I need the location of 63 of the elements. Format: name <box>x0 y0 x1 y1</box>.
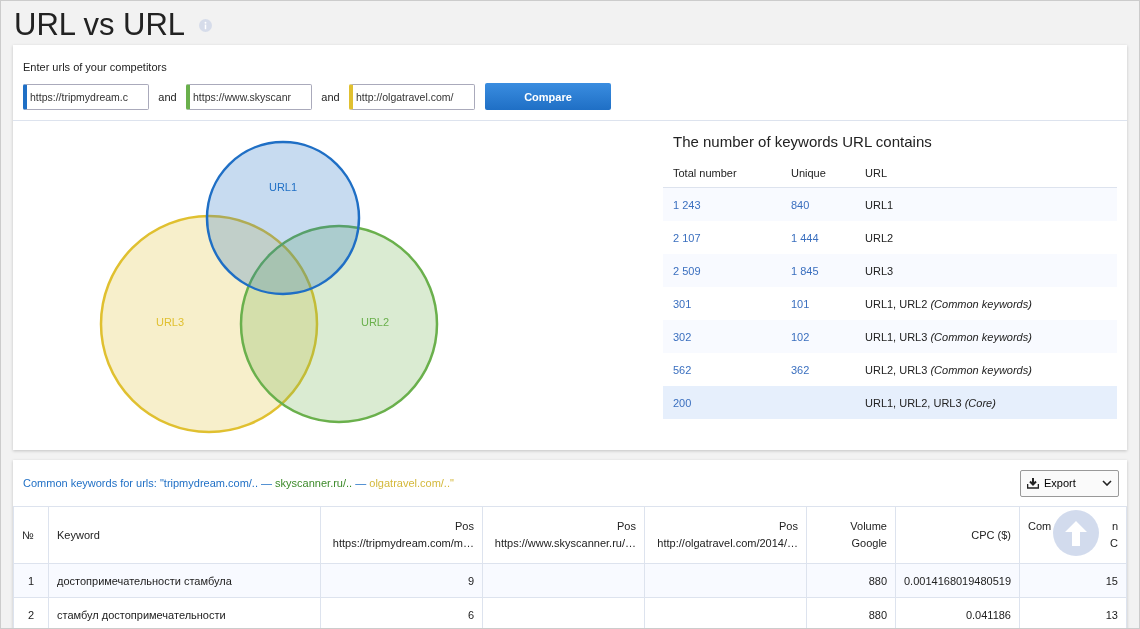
stats-row[interactable]: 562 362 URL2, URL3 (Common keywords) <box>663 353 1117 386</box>
form-label: Enter urls of your competitors <box>23 61 167 73</box>
table-cell: достопримечательности стамбула <box>48 563 321 598</box>
table-cell: 9 <box>320 563 483 598</box>
url-set-label: URL1, URL2, URL3 (Core) <box>865 396 997 409</box>
stats-row[interactable]: 200 URL1, URL2, URL3 (Core) <box>663 386 1117 419</box>
column-header: URL <box>865 167 888 179</box>
total-count: 200 <box>673 396 693 409</box>
page-title: URL vs URL <box>14 7 186 43</box>
venn-label: URL2 <box>360 316 390 328</box>
stats-title: The number of keywords URL contains <box>673 133 933 150</box>
chevron-down-icon <box>1102 480 1112 486</box>
separator-label: and <box>157 90 178 103</box>
column-header: Pos http://olgatravel.com/2014/… <box>644 506 807 564</box>
column-header: Unique <box>791 167 827 179</box>
unique-count: 840 <box>791 198 810 211</box>
arrow-up-icon <box>1063 519 1089 547</box>
scroll-top-button[interactable] <box>1053 510 1099 556</box>
url-set-label: URL1 <box>865 198 895 211</box>
column-header: Keyword <box>48 506 321 564</box>
url-input[interactable]: http://olgatravel.com/ <box>349 83 475 110</box>
venn-label: URL1 <box>268 181 298 193</box>
url-set-label: URL1, URL3 (Common keywords) <box>865 330 1033 343</box>
url-set-label: URL2, URL3 (Common keywords) <box>865 363 1033 376</box>
url-set-label: URL2 <box>865 231 895 244</box>
table-cell: 0.0014168019480519 <box>895 563 1020 598</box>
total-count: 2 107 <box>673 231 702 244</box>
table-cell: 1 <box>13 563 49 598</box>
stats-row[interactable]: 1 243 840 URL1 <box>663 188 1117 221</box>
url-input[interactable]: https://www.skyscanr <box>186 83 312 110</box>
table-cell: 2 <box>13 597 49 628</box>
column-header: Pos https://tripmydream.com/m… <box>320 506 483 564</box>
unique-count: 1 845 <box>791 264 819 277</box>
compare-button[interactable]: Compare <box>485 83 611 110</box>
total-count: 562 <box>673 363 693 376</box>
total-count: 1 243 <box>673 198 702 211</box>
column-header: Volume Google <box>806 506 896 564</box>
venn-label: URL3 <box>155 316 185 328</box>
url-input[interactable]: https://tripmydream.c <box>23 83 149 110</box>
url-set-label: URL1, URL2 (Common keywords) <box>865 297 1033 310</box>
download-icon <box>1027 477 1039 489</box>
url-set-label: URL3 <box>865 264 895 277</box>
total-count: 301 <box>673 297 693 310</box>
column-header: № <box>13 506 49 564</box>
unique-count: 362 <box>791 363 810 376</box>
unique-count: 101 <box>791 297 810 310</box>
stats-row[interactable]: 2 107 1 444 URL2 <box>663 221 1117 254</box>
column-header: Pos https://www.skyscanner.ru/… <box>482 506 645 564</box>
export-button[interactable]: Export <box>1020 469 1119 497</box>
column-header: Total number <box>673 167 738 179</box>
column-header: CPC ($) <box>895 506 1020 564</box>
total-count: 2 509 <box>673 264 702 277</box>
unique-count: 102 <box>791 330 810 343</box>
common-keywords-caption: Common keywords for urls: "tripmydream.com/.. — skyscanner.ru/.. — olgatravel.com/.." <box>23 477 454 489</box>
stats-row[interactable]: 2 509 1 845 URL3 <box>663 254 1117 287</box>
stats-row[interactable]: 302 102 URL1, URL3 (Common keywords) <box>663 320 1117 353</box>
info-icon[interactable] <box>199 18 213 32</box>
table-cell: 15 <box>1019 563 1127 598</box>
unique-count: 1 444 <box>791 231 819 244</box>
stats-row[interactable]: 301 101 URL1, URL2 (Common keywords) <box>663 287 1117 320</box>
separator-label: and <box>320 90 341 103</box>
table-cell: 880 <box>806 563 896 598</box>
total-count: 302 <box>673 330 693 343</box>
